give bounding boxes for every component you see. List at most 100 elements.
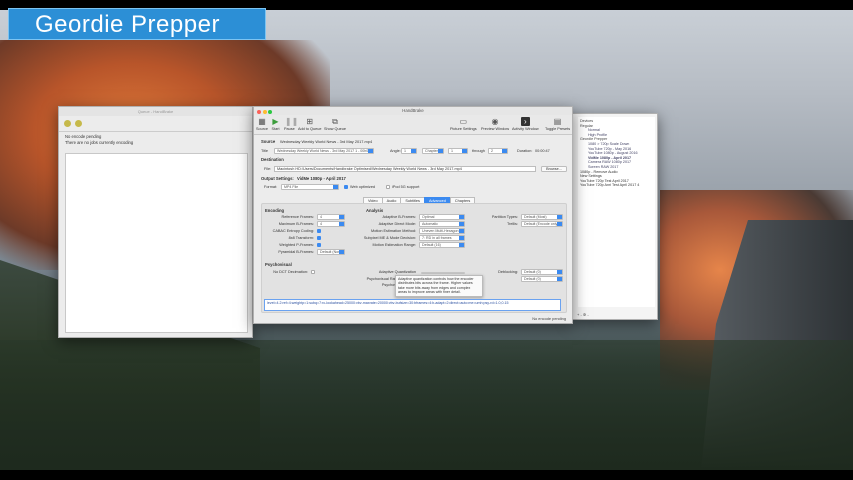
- range-type-select[interactable]: Chapters: [422, 148, 444, 154]
- cabac-checkbox[interactable]: [317, 229, 321, 233]
- play-icon: ▶: [272, 117, 279, 126]
- output-preset-name: VidMe 1080p - April 2017: [297, 176, 346, 181]
- max-bframes-label: Maximum B-Frames:: [278, 222, 314, 226]
- preset-item[interactable]: YouTube 720p Anri Test April 2017 4: [580, 183, 653, 188]
- ipod-label: iPod 5G support: [392, 185, 420, 189]
- window-title: HandBrake: [402, 108, 424, 113]
- format-select[interactable]: MP4 File: [281, 184, 339, 190]
- adaptive-quantization-tooltip: Adaptive quantization controls how the e…: [395, 275, 483, 297]
- start-button[interactable]: ▶ Start: [271, 117, 280, 131]
- picture-settings-button[interactable]: ▭ Picture Settings: [450, 117, 477, 131]
- zoom-icon[interactable]: [268, 110, 272, 114]
- adaptive-quantization-label: Adaptive Quantization: [378, 270, 416, 274]
- 8x8-transform-label: 8x8 Transform:: [288, 236, 314, 240]
- reference-frames-select[interactable]: 4: [317, 214, 345, 220]
- 8x8-transform-checkbox[interactable]: [317, 236, 321, 240]
- queue-titlebar: Queue - HandBrake: [59, 107, 252, 116]
- adaptive-direct-select[interactable]: Automatic: [419, 221, 465, 227]
- deblocking-select-1[interactable]: Default (0): [521, 269, 563, 275]
- status-text: No encode pending: [532, 316, 566, 321]
- trellis-select[interactable]: Default (Encode only): [521, 221, 563, 227]
- motion-method-select[interactable]: Uneven Multi-Hexagon: [419, 228, 465, 234]
- duration-value: 00:00:47: [535, 149, 550, 153]
- weighted-pframes-label: Weighted P-Frames:: [279, 243, 314, 247]
- duration-label: Duration:: [517, 149, 533, 153]
- pause-button[interactable]: ❚❚ Pause: [284, 117, 299, 131]
- pyramidal-bframes-select[interactable]: Default (Normal): [317, 249, 345, 255]
- web-optimized-label: Web optimized: [350, 185, 376, 189]
- encoding-heading: Encoding: [265, 208, 285, 213]
- motion-method-label: Motion Estimation Method:: [371, 229, 416, 233]
- destination-file-field[interactable]: Macintosh HD:/Users/Documents/Handbrake …: [274, 166, 536, 172]
- eye-icon: ◉: [491, 117, 499, 126]
- handbrake-titlebar: HandBrake: [254, 107, 572, 115]
- queue-window[interactable]: Queue - HandBrake No encode pending Ther…: [58, 106, 253, 338]
- valley: [0, 340, 853, 470]
- deblocking-label: Deblocking:: [498, 270, 518, 274]
- through-label: through: [472, 149, 485, 153]
- destination-heading: Destination: [261, 157, 284, 162]
- title-select[interactable]: Wednesday Weekly World News - 3rd May 20…: [274, 148, 374, 154]
- queue-message: There are no jobs currently encoding: [65, 140, 134, 145]
- preview-window-button[interactable]: ◉ Preview Window: [481, 117, 509, 131]
- tv-icon: ▭: [459, 117, 468, 126]
- ipod-checkbox[interactable]: [386, 185, 390, 189]
- format-label: Format:: [264, 185, 278, 189]
- partition-types-label: Partition Types:: [491, 215, 518, 219]
- no-dct-checkbox[interactable]: [311, 270, 315, 274]
- cabac-label: CABAC Entropy Coding:: [272, 229, 314, 233]
- pause-icon[interactable]: [75, 120, 82, 127]
- banner-title: Geordie Prepper: [35, 11, 220, 38]
- adaptive-direct-label: Adaptive Direct Mode:: [378, 222, 416, 226]
- presets-drawer[interactable]: Devices Regular Normal High Profile Geordie …: [572, 113, 658, 320]
- reference-frames-label: Reference Frames:: [281, 215, 315, 219]
- deblocking-select-2[interactable]: Default (0): [521, 276, 563, 282]
- main-toolbar: ▦ Source ▶ Start ❚❚ Pause ⊞ Add to Queue ⧉ Sh…: [254, 115, 572, 135]
- angle-label: Angle:: [390, 149, 401, 153]
- web-optimized-checkbox[interactable]: [344, 185, 348, 189]
- source-value: Wednesday Weekly World News - 3rd May 20…: [280, 139, 373, 144]
- chapter-to-select[interactable]: 2: [488, 148, 508, 154]
- queue-list[interactable]: [65, 153, 248, 333]
- start-icon[interactable]: [64, 120, 71, 127]
- presets-footer[interactable]: + - ✲ -: [577, 312, 589, 317]
- queue-toolbar: [59, 116, 252, 132]
- chapter-from-select[interactable]: 1: [448, 148, 468, 154]
- drawer-icon: ▤: [553, 117, 562, 126]
- partition-types-select[interactable]: Default (Most): [521, 214, 563, 220]
- source-label: Source: [261, 139, 276, 144]
- title-label: Title: [261, 149, 269, 153]
- pyramidal-bframes-label: Pyramidal B-Frames:: [278, 250, 314, 254]
- no-dct-label: No DCT Decimation:: [273, 270, 308, 274]
- subpixel-me-label: Subpixel ME & Mode Decision:: [363, 236, 416, 240]
- activity-window-button[interactable]: › Activity Window: [512, 117, 539, 131]
- motion-range-label: Motion Estimation Range:: [372, 243, 416, 247]
- presets-list[interactable]: Devices Regular Normal High Profile Geordie …: [578, 117, 655, 307]
- motion-range-select[interactable]: Default (16): [419, 242, 465, 248]
- pause-icon: ❚❚: [284, 117, 299, 126]
- add-queue-icon: ⊞: [306, 117, 314, 126]
- browse-button[interactable]: Browse...: [541, 166, 567, 172]
- subpixel-me-select[interactable]: 7: RD in all frames: [419, 235, 465, 241]
- option-string-field[interactable]: level=4.2:ref=4:weightp=1:subq=7:rc-look…: [264, 299, 561, 311]
- psychovisual-heading: Psychovisual: [265, 262, 292, 267]
- show-queue-button[interactable]: ⧉ Show Queue: [324, 117, 346, 131]
- terminal-icon: ›: [520, 117, 530, 126]
- title-banner: Geordie Prepper: [8, 8, 266, 40]
- minimize-icon[interactable]: [262, 110, 267, 114]
- file-label: File:: [264, 167, 272, 171]
- close-icon[interactable]: [257, 110, 261, 114]
- film-icon: ▦: [258, 117, 266, 126]
- queue-icon: ⧉: [332, 117, 338, 126]
- add-to-queue-button[interactable]: ⊞ Add to Queue: [298, 117, 321, 131]
- toggle-presets-button[interactable]: ▤ Toggle Presets: [545, 117, 570, 131]
- adaptive-bframes-select[interactable]: Optimal: [419, 214, 465, 220]
- max-bframes-select[interactable]: 4: [317, 221, 345, 227]
- output-settings-heading: Output Settings:: [261, 176, 294, 181]
- angle-select[interactable]: 1: [401, 148, 417, 154]
- handbrake-window[interactable]: HandBrake ▦ Source ▶ Start ❚❚ Pause ⊞ Add to…: [253, 106, 573, 324]
- adaptive-quantization-slider[interactable]: [421, 272, 465, 274]
- weighted-pframes-checkbox[interactable]: [317, 243, 321, 247]
- adaptive-bframes-label: Adaptive B-Frames:: [382, 215, 416, 219]
- source-button[interactable]: ▦ Source: [256, 117, 268, 131]
